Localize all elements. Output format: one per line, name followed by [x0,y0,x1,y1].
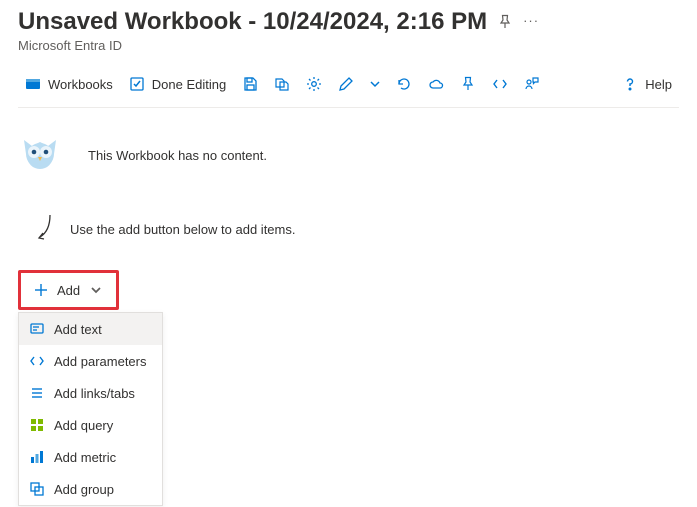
refresh-icon [396,76,412,92]
menu-item-add-parameters[interactable]: Add parameters [19,345,162,377]
pin-outline-icon [460,76,476,92]
help-icon [622,76,638,92]
menu-label: Add group [54,482,114,497]
gear-icon [306,76,322,92]
chevron-down-icon [88,282,104,298]
text-icon [29,321,45,337]
menu-label: Add metric [54,450,116,465]
code-icon [492,76,508,92]
save-as-icon [274,76,290,92]
pin-icon[interactable] [497,14,513,30]
toolbar: Workbooks Done Editing [18,69,679,108]
query-icon [29,417,45,433]
edit-dropdown-button[interactable] [363,69,387,99]
more-icon[interactable]: ··· [523,13,539,28]
metric-icon [29,449,45,465]
add-button[interactable]: Add [23,275,114,305]
done-editing-button[interactable]: Done Editing [122,69,233,99]
plus-icon [33,282,49,298]
menu-item-add-links[interactable]: Add links/tabs [19,377,162,409]
owl-icon [18,132,62,179]
arrow-curve-icon [34,213,54,246]
menu-item-add-query[interactable]: Add query [19,409,162,441]
code-button[interactable] [485,69,515,99]
add-button-highlight: Add [18,270,119,310]
person-feedback-icon [524,76,540,92]
menu-item-add-group[interactable]: Add group [19,473,162,505]
chevron-down-icon [367,76,383,92]
menu-label: Add parameters [54,354,147,369]
page-title: Unsaved Workbook - 10/24/2024, 2:16 PM [18,8,487,36]
done-editing-icon [129,76,145,92]
save-as-button[interactable] [267,69,297,99]
workbook-icon [25,76,41,92]
subtitle: Microsoft Entra ID [18,38,679,53]
add-label: Add [57,283,80,298]
empty-hint: Use the add button below to add items. [70,222,295,237]
refresh-button[interactable] [389,69,419,99]
list-icon [29,385,45,401]
group-icon [29,481,45,497]
feedback-button[interactable] [517,69,547,99]
save-icon [242,76,258,92]
workbooks-label: Workbooks [48,77,113,92]
done-editing-label: Done Editing [152,77,226,92]
menu-label: Add query [54,418,113,433]
edit-button[interactable] [331,69,361,99]
menu-label: Add text [54,322,102,337]
workbooks-button[interactable]: Workbooks [18,69,120,99]
help-label: Help [645,77,672,92]
menu-item-add-metric[interactable]: Add metric [19,441,162,473]
menu-item-add-text[interactable]: Add text [19,313,162,345]
empty-message: This Workbook has no content. [88,148,267,163]
pencil-icon [338,76,354,92]
menu-label: Add links/tabs [54,386,135,401]
toolbar-pin-button[interactable] [453,69,483,99]
cloud-button[interactable] [421,69,451,99]
help-button[interactable]: Help [615,69,679,99]
cloud-icon [428,76,444,92]
settings-button[interactable] [299,69,329,99]
add-menu: Add text Add parameters Add links/tabs A… [18,312,163,506]
parameters-icon [29,353,45,369]
save-button[interactable] [235,69,265,99]
